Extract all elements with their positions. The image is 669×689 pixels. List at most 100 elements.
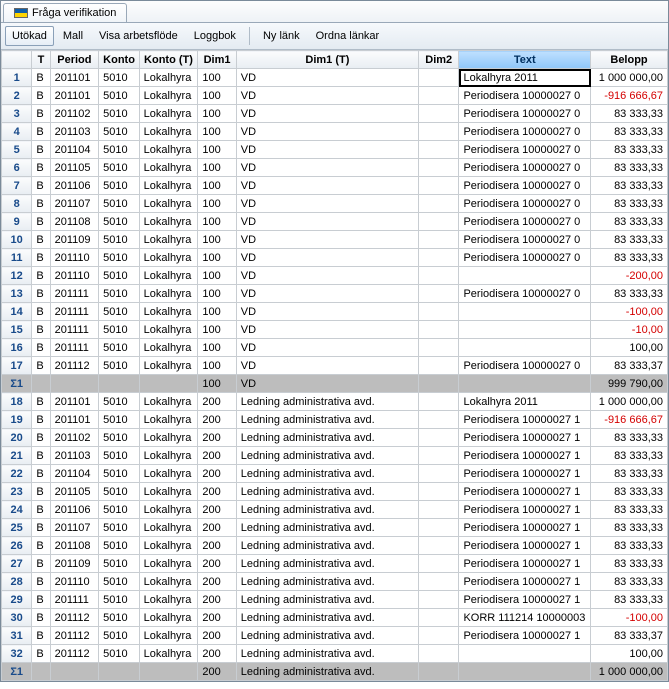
cell-konto-t[interactable]: Lokalhyra	[139, 177, 198, 195]
cell-konto[interactable]: 5010	[99, 465, 139, 483]
cell-konto-t[interactable]: Lokalhyra	[139, 609, 198, 627]
cell-t[interactable]: B	[32, 483, 50, 501]
cell-dim1-t[interactable]: Ledning administrativa avd.	[236, 429, 418, 447]
table-row[interactable]: 13B2011115010Lokalhyra100VDPeriodisera 1…	[2, 285, 668, 303]
cell-dim1-t[interactable]: VD	[236, 69, 418, 87]
row-number[interactable]: Σ1	[2, 375, 32, 393]
cell-t[interactable]: B	[32, 141, 50, 159]
cell-konto-t[interactable]: Lokalhyra	[139, 555, 198, 573]
cell-dim2[interactable]	[418, 105, 458, 123]
table-row[interactable]: 7B2011065010Lokalhyra100VDPeriodisera 10…	[2, 177, 668, 195]
cell-belopp[interactable]: 83 333,33	[591, 465, 668, 483]
cell-dim1-t[interactable]: Ledning administrativa avd.	[236, 501, 418, 519]
cell-t[interactable]: B	[32, 87, 50, 105]
table-row[interactable]: 26B2011085010Lokalhyra200Ledning adminis…	[2, 537, 668, 555]
cell-period[interactable]: 201104	[50, 465, 99, 483]
cell-period[interactable]: 201108	[50, 537, 99, 555]
cell-text[interactable]: Periodisera 10000027 1	[459, 627, 591, 645]
cell-text[interactable]: Periodisera 10000027 0	[459, 213, 591, 231]
cell-t[interactable]: B	[32, 267, 50, 285]
cell-konto[interactable]	[99, 375, 139, 393]
cell-text[interactable]: Periodisera 10000027 1	[459, 501, 591, 519]
cell-dim1[interactable]: 100	[198, 267, 236, 285]
cell-konto[interactable]: 5010	[99, 123, 139, 141]
cell-dim1-t[interactable]: VD	[236, 177, 418, 195]
cell-dim1-t[interactable]: VD	[236, 339, 418, 357]
table-row[interactable]: 18B2011015010Lokalhyra200Ledning adminis…	[2, 393, 668, 411]
table-row[interactable]: 8B2011075010Lokalhyra100VDPeriodisera 10…	[2, 195, 668, 213]
table-row[interactable]: 25B2011075010Lokalhyra200Ledning adminis…	[2, 519, 668, 537]
cell-belopp[interactable]: 83 333,33	[591, 447, 668, 465]
cell-period[interactable]: 201105	[50, 483, 99, 501]
cell-dim1[interactable]: 200	[198, 465, 236, 483]
cell-t[interactable]: B	[32, 303, 50, 321]
cell-konto[interactable]: 5010	[99, 195, 139, 213]
cell-dim2[interactable]	[418, 609, 458, 627]
cell-konto[interactable]: 5010	[99, 249, 139, 267]
cell-text[interactable]: Periodisera 10000027 0	[459, 105, 591, 123]
cell-dim1[interactable]: 200	[198, 447, 236, 465]
row-number[interactable]: 17	[2, 357, 32, 375]
row-number[interactable]: 3	[2, 105, 32, 123]
cell-dim1-t[interactable]: Ledning administrativa avd.	[236, 465, 418, 483]
col-t[interactable]: T	[32, 51, 50, 69]
row-number[interactable]: 7	[2, 177, 32, 195]
col-dim2[interactable]: Dim2	[418, 51, 458, 69]
cell-konto-t[interactable]: Lokalhyra	[139, 159, 198, 177]
cell-period[interactable]: 201108	[50, 213, 99, 231]
cell-dim2[interactable]	[418, 303, 458, 321]
cell-konto-t[interactable]: Lokalhyra	[139, 141, 198, 159]
cell-belopp[interactable]: 83 333,33	[591, 213, 668, 231]
cell-dim2[interactable]	[418, 663, 458, 681]
table-row[interactable]: 17B2011125010Lokalhyra100VDPeriodisera 1…	[2, 357, 668, 375]
toolbar-mall[interactable]: Mall	[56, 26, 90, 46]
col-dim1[interactable]: Dim1	[198, 51, 236, 69]
cell-konto[interactable]: 5010	[99, 285, 139, 303]
cell-konto-t[interactable]	[139, 663, 198, 681]
cell-konto[interactable]: 5010	[99, 339, 139, 357]
cell-dim2[interactable]	[418, 249, 458, 267]
cell-konto-t[interactable]: Lokalhyra	[139, 105, 198, 123]
cell-belopp[interactable]: 83 333,33	[591, 159, 668, 177]
cell-t[interactable]: B	[32, 69, 50, 87]
cell-konto[interactable]: 5010	[99, 393, 139, 411]
row-number[interactable]: 24	[2, 501, 32, 519]
cell-konto-t[interactable]: Lokalhyra	[139, 339, 198, 357]
cell-belopp[interactable]: 999 790,00	[591, 375, 668, 393]
cell-dim2[interactable]	[418, 141, 458, 159]
cell-dim1[interactable]: 200	[198, 591, 236, 609]
cell-dim1[interactable]: 100	[198, 87, 236, 105]
cell-konto-t[interactable]: Lokalhyra	[139, 249, 198, 267]
cell-belopp[interactable]: 83 333,33	[591, 123, 668, 141]
cell-belopp[interactable]: 83 333,33	[591, 429, 668, 447]
cell-konto[interactable]: 5010	[99, 573, 139, 591]
cell-dim2[interactable]	[418, 87, 458, 105]
cell-text[interactable]: Periodisera 10000027 1	[459, 519, 591, 537]
cell-t[interactable]: B	[32, 285, 50, 303]
cell-belopp[interactable]: 1 000 000,00	[591, 393, 668, 411]
cell-belopp[interactable]: 83 333,33	[591, 231, 668, 249]
cell-dim2[interactable]	[418, 483, 458, 501]
cell-dim2[interactable]	[418, 573, 458, 591]
cell-period[interactable]: 201110	[50, 267, 99, 285]
cell-dim2[interactable]	[418, 555, 458, 573]
cell-dim1-t[interactable]: VD	[236, 321, 418, 339]
cell-dim1[interactable]: 100	[198, 105, 236, 123]
col-konto-t[interactable]: Konto (T)	[139, 51, 198, 69]
cell-dim1[interactable]: 100	[198, 195, 236, 213]
cell-text[interactable]: Periodisera 10000027 1	[459, 537, 591, 555]
cell-text[interactable]	[459, 267, 591, 285]
cell-konto[interactable]: 5010	[99, 87, 139, 105]
row-number[interactable]: 11	[2, 249, 32, 267]
cell-konto-t[interactable]: Lokalhyra	[139, 447, 198, 465]
cell-konto[interactable]	[99, 663, 139, 681]
cell-belopp[interactable]: 1 000 000,00	[591, 69, 668, 87]
cell-text[interactable]: Periodisera 10000027 0	[459, 123, 591, 141]
cell-konto[interactable]: 5010	[99, 501, 139, 519]
row-number[interactable]: 32	[2, 645, 32, 663]
cell-dim2[interactable]	[418, 393, 458, 411]
cell-konto[interactable]: 5010	[99, 69, 139, 87]
toolbar-visa-arbetsflode[interactable]: Visa arbetsflöde	[92, 26, 185, 46]
cell-konto-t[interactable]: Lokalhyra	[139, 303, 198, 321]
cell-konto[interactable]: 5010	[99, 537, 139, 555]
